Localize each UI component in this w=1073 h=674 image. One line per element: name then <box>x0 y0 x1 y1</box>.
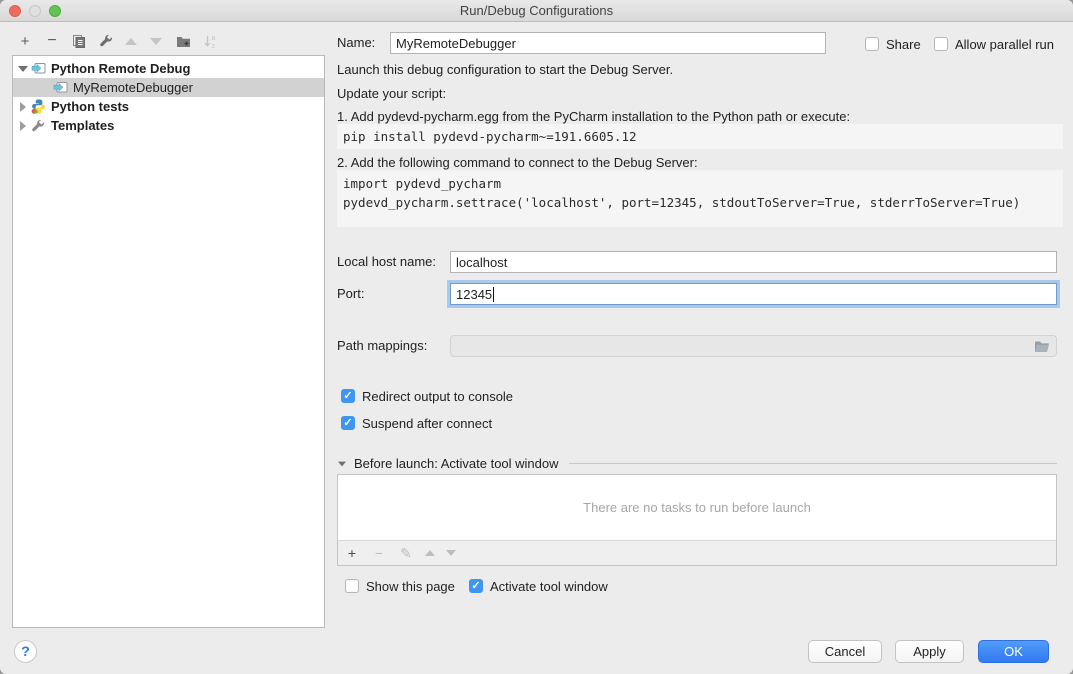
edit-templates-icon[interactable] <box>96 31 116 51</box>
browse-folder-icon[interactable] <box>1034 340 1050 353</box>
local-host-name-input[interactable] <box>450 251 1057 273</box>
tree-item-label: Python Remote Debug <box>51 61 190 76</box>
settrace-code-block: import pydevd_pycharm pydevd_pycharm.set… <box>337 170 1063 227</box>
tree-item-label: MyRemoteDebugger <box>73 80 193 95</box>
chevron-expanded-icon[interactable] <box>18 66 28 72</box>
activate-tool-window-checkbox-row[interactable]: ✓ Activate tool window <box>469 578 608 594</box>
sort-az-icon: a z <box>203 34 217 49</box>
move-down-icon <box>146 31 166 51</box>
instruction-line-2: Update your script: <box>337 86 446 101</box>
activate-tool-window-label: Activate tool window <box>490 579 608 594</box>
chevron-expanded-icon[interactable] <box>338 461 346 466</box>
local-host-name-label: Local host name: <box>337 251 436 273</box>
python-tests-icon <box>31 100 47 114</box>
before-launch-tasks-panel: There are no tasks to run before launch … <box>337 474 1057 566</box>
help-question-icon: ? <box>21 643 30 659</box>
share-label: Share <box>886 37 921 52</box>
show-this-page-checkbox-row[interactable]: ✓ Show this page <box>345 578 455 594</box>
move-task-down-icon <box>446 550 456 556</box>
tree-item-label: Templates <box>51 118 114 133</box>
allow-parallel-run-checkbox[interactable]: ✓ <box>934 37 948 51</box>
wrench-icon <box>99 34 113 48</box>
before-launch-header[interactable]: Before launch: Activate tool window <box>337 456 1057 471</box>
tasks-toolbar: + − ✎ <box>338 540 1056 565</box>
sort-configurations-icon: a z <box>200 31 220 51</box>
configurations-tree: Python Remote Debug MyRemoteDebugger <box>12 55 325 628</box>
share-checkbox[interactable]: ✓ <box>865 37 879 51</box>
path-mappings-field[interactable] <box>450 335 1057 357</box>
new-folder-icon[interactable] <box>173 31 193 51</box>
tree-item-myremotedebugger[interactable]: MyRemoteDebugger <box>13 78 324 97</box>
name-input[interactable] <box>390 32 826 54</box>
redirect-output-label: Redirect output to console <box>362 389 513 404</box>
suspend-after-connect-label: Suspend after connect <box>362 416 492 431</box>
copy-configuration-icon[interactable] <box>69 31 89 51</box>
allow-parallel-run-label: Allow parallel run <box>955 37 1054 52</box>
suspend-after-connect-checkbox[interactable]: ✓ <box>341 416 355 430</box>
folder-add-icon <box>176 35 191 48</box>
redirect-output-checkbox-row[interactable]: ✓ Redirect output to console <box>341 388 513 404</box>
tree-item-python-remote-debug[interactable]: Python Remote Debug <box>13 59 324 78</box>
run-config-icon <box>31 62 47 76</box>
show-this-page-checkbox[interactable]: ✓ <box>345 579 359 593</box>
add-task-icon[interactable]: + <box>344 545 360 561</box>
text-caret <box>493 287 494 302</box>
pip-install-code-block: pip install pydevd-pycharm~=191.6605.12 <box>337 124 1063 149</box>
code-line-1: import pydevd_pycharm <box>343 176 501 191</box>
move-task-up-icon <box>425 550 435 556</box>
tree-item-templates[interactable]: Templates <box>13 116 324 135</box>
run-config-icon <box>53 81 69 95</box>
edit-task-icon: ✎ <box>398 545 414 562</box>
ok-button[interactable]: OK <box>978 640 1049 663</box>
share-checkbox-row[interactable]: ✓ Share <box>865 36 921 52</box>
suspend-after-connect-checkbox-row[interactable]: ✓ Suspend after connect <box>341 415 492 431</box>
code-line-2: pydevd_pycharm.settrace('localhost', por… <box>343 195 1020 210</box>
wrench-icon <box>31 119 47 133</box>
path-mappings-label: Path mappings: <box>337 335 427 357</box>
allow-parallel-run-checkbox-row[interactable]: ✓ Allow parallel run <box>934 36 1054 52</box>
empty-tasks-message: There are no tasks to run before launch <box>338 475 1056 540</box>
remove-task-icon: − <box>371 545 387 561</box>
configuration-editor: Name: ✓ Share ✓ Allow parallel run Launc… <box>337 0 1063 674</box>
port-label: Port: <box>337 283 364 305</box>
apply-button[interactable]: Apply <box>895 640 964 663</box>
copy-icon <box>72 34 86 48</box>
activate-tool-window-checkbox[interactable]: ✓ <box>469 579 483 593</box>
section-divider <box>569 463 1057 464</box>
add-configuration-icon[interactable]: + <box>15 31 35 51</box>
before-launch-title: Before launch: Activate tool window <box>354 456 559 471</box>
move-up-icon <box>121 31 141 51</box>
cancel-button[interactable]: Cancel <box>808 640 882 663</box>
chevron-collapsed-icon[interactable] <box>20 102 26 112</box>
svg-text:z: z <box>212 43 216 49</box>
instruction-line-1: Launch this debug configuration to start… <box>337 62 673 77</box>
port-input[interactable] <box>450 283 1057 305</box>
help-button[interactable]: ? <box>14 640 37 663</box>
tree-item-python-tests[interactable]: Python tests <box>13 97 324 116</box>
show-this-page-label: Show this page <box>366 579 455 594</box>
redirect-output-checkbox[interactable]: ✓ <box>341 389 355 403</box>
svg-text:a: a <box>212 35 216 42</box>
instruction-step-2: 2. Add the following command to connect … <box>337 155 698 170</box>
instruction-step-1: 1. Add pydevd-pycharm.egg from the PyCha… <box>337 109 850 124</box>
run-debug-configurations-dialog: Run/Debug Configurations + − a z <box>0 0 1073 674</box>
chevron-collapsed-icon[interactable] <box>20 121 26 131</box>
name-label: Name: <box>337 32 375 54</box>
tree-item-label: Python tests <box>51 99 129 114</box>
remove-configuration-icon[interactable]: − <box>42 31 62 51</box>
